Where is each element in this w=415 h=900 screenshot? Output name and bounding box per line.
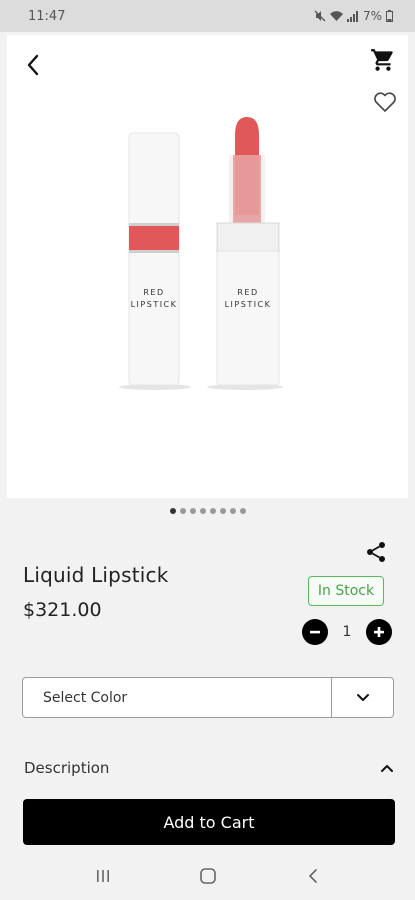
decrease-quantity-button[interactable] — [302, 619, 328, 645]
quantity-stepper: 1 — [302, 617, 392, 647]
color-select-placeholder: Select Color — [43, 689, 128, 706]
carousel-dot[interactable] — [189, 508, 196, 514]
add-to-cart-button[interactable]: Add to Cart — [23, 799, 395, 845]
chevron-down-icon — [356, 694, 369, 701]
carousel-dot[interactable] — [209, 508, 216, 514]
quantity-value: 1 — [342, 624, 352, 640]
image-label-right-line2: LIPSTICK — [225, 300, 272, 309]
status-time: 11:47 — [28, 8, 66, 24]
cart-icon — [371, 49, 393, 71]
carousel-indicator — [0, 508, 415, 514]
product-image: RED LIPSTICK RED LIPSTICK — [119, 117, 283, 390]
recent-apps-button[interactable] — [83, 861, 123, 891]
cart-button[interactable] — [368, 45, 398, 75]
back-button[interactable] — [19, 51, 47, 79]
recent-apps-icon — [96, 870, 109, 882]
mute-icon — [314, 10, 326, 22]
product-price: $321.00 — [23, 599, 102, 621]
share-button[interactable] — [364, 540, 388, 564]
home-icon — [199, 868, 216, 884]
carousel-dot[interactable] — [229, 508, 236, 514]
wifi-icon — [329, 10, 343, 21]
carousel-dot[interactable] — [169, 508, 176, 514]
chevron-up-icon — [381, 764, 393, 772]
carousel-dot[interactable] — [219, 508, 226, 514]
favorite-button[interactable] — [370, 87, 400, 117]
system-navigation-bar — [0, 852, 415, 900]
chevron-left-icon — [27, 54, 39, 76]
share-icon — [367, 542, 385, 562]
plus-icon — [373, 627, 384, 637]
home-button[interactable] — [188, 861, 228, 891]
image-label-right-line1: RED — [237, 288, 258, 297]
product-name: Liquid Lipstick — [23, 563, 169, 587]
image-label-left-line2: LIPSTICK — [131, 300, 178, 309]
carousel-dot[interactable] — [239, 508, 246, 514]
minus-icon — [310, 630, 320, 634]
battery-percent: 7% — [362, 9, 382, 23]
signal-icon — [346, 10, 358, 22]
color-select-toggle[interactable] — [331, 678, 393, 717]
carousel-dot[interactable] — [179, 508, 186, 514]
heart-icon — [374, 92, 396, 112]
stock-status-badge: In Stock — [308, 576, 384, 606]
increase-quantity-button[interactable] — [365, 619, 392, 645]
battery-icon — [386, 10, 393, 22]
image-label-left-line1: RED — [143, 288, 164, 297]
description-accordion[interactable]: Description — [24, 756, 394, 780]
status-bar: 11:47 7% — [0, 0, 415, 32]
status-icons: 7% — [314, 9, 393, 23]
description-label: Description — [24, 759, 110, 777]
color-select[interactable]: Select Color — [22, 677, 394, 718]
product-gallery[interactable]: RED LIPSTICK RED LIPSTICK — [7, 35, 408, 498]
system-back-button[interactable] — [293, 861, 333, 891]
carousel-dot[interactable] — [199, 508, 206, 514]
back-arrow-icon — [308, 869, 317, 883]
